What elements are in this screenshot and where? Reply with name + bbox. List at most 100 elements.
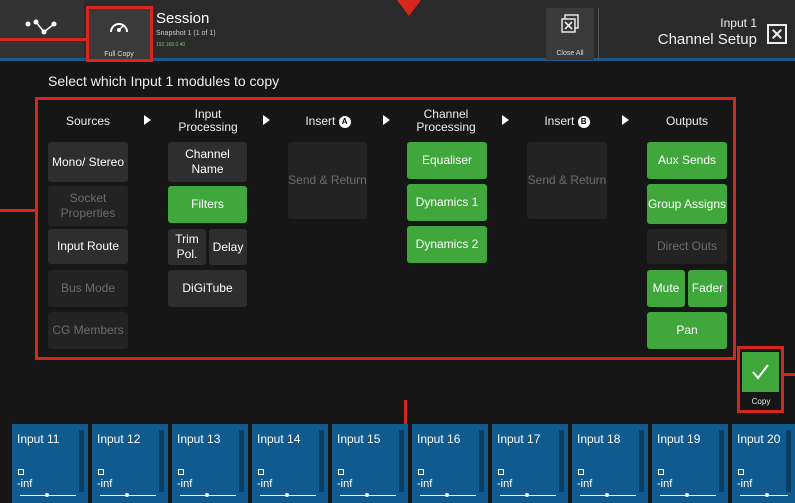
fader-knob[interactable]	[125, 493, 129, 497]
network-icon	[25, 19, 57, 35]
level-meter	[719, 430, 724, 492]
channel-name: Input 18	[577, 432, 621, 446]
close-all-label: Close All	[556, 50, 584, 57]
insert-a-label: Insert	[305, 114, 336, 128]
delay-button[interactable]: Delay	[209, 229, 247, 265]
bus-mode-button[interactable]: Bus Mode	[48, 270, 128, 307]
channel-strip[interactable]: Input 14 -inf	[252, 424, 328, 503]
copy-button[interactable]	[742, 352, 779, 392]
channel-level: -inf	[737, 478, 753, 490]
snapshot-label: Snapshot 1 (1 of 1)	[156, 30, 216, 37]
copy-label: Copy	[751, 397, 771, 406]
fader-button[interactable]: Fader	[688, 270, 727, 307]
channel-name: Input 12	[97, 432, 141, 446]
digitube-button[interactable]: DiGiTube	[168, 270, 247, 307]
input-icon	[98, 469, 104, 475]
arrow-right-icon	[622, 115, 629, 125]
mono-stereo-button[interactable]: Mono/ Stereo	[48, 142, 128, 182]
equaliser-button[interactable]: Equaliser	[407, 142, 487, 179]
arrow-right-icon	[383, 115, 390, 125]
channel-name: Input 19	[657, 432, 701, 446]
input-icon	[578, 469, 584, 475]
close-all-button[interactable]: Close All	[546, 8, 594, 60]
full-copy-button[interactable]: Full Copy	[88, 8, 150, 60]
channel-strip[interactable]: Input 13 -inf	[172, 424, 248, 503]
level-meter	[79, 430, 84, 492]
channel-name: Input 17	[497, 432, 541, 446]
channel-level: -inf	[97, 478, 113, 490]
channel-name: Input 15	[337, 432, 381, 446]
check-icon	[752, 364, 769, 380]
channel-level: -inf	[257, 478, 273, 490]
channel-strip[interactable]: Input 17 -inf	[492, 424, 568, 503]
channel-strip[interactable]: Input 18 -inf	[572, 424, 648, 503]
pointer-line	[0, 209, 36, 212]
channel-level: -inf	[657, 478, 673, 490]
input-icon	[18, 469, 24, 475]
input-icon	[258, 469, 264, 475]
fader-knob[interactable]	[365, 493, 369, 497]
group-assigns-button[interactable]: Group Assigns	[647, 184, 727, 224]
channel-level: -inf	[337, 478, 353, 490]
arrow-right-icon	[502, 115, 509, 125]
aux-sends-button[interactable]: Aux Sends	[647, 142, 727, 179]
mute-button[interactable]: Mute	[647, 270, 685, 307]
direct-outs-button[interactable]: Direct Outs	[647, 229, 727, 264]
level-meter	[399, 430, 404, 492]
input-icon	[498, 469, 504, 475]
channel-level: -inf	[177, 478, 193, 490]
arrow-right-icon	[144, 115, 151, 125]
pan-button[interactable]: Pan	[647, 312, 727, 349]
fader-knob[interactable]	[45, 493, 49, 497]
insert-b-label: Insert	[544, 114, 575, 128]
channel-strip[interactable]: Input 12 -inf	[92, 424, 168, 503]
level-meter	[239, 430, 244, 492]
level-meter	[479, 430, 484, 492]
highlight-modules	[35, 97, 736, 360]
divider	[598, 8, 599, 60]
col-insert-b: Insert B	[527, 115, 607, 128]
channel-name: Input 11	[17, 432, 60, 446]
fader-track	[740, 495, 788, 496]
copy-arc-icon	[110, 23, 128, 33]
ip-address: 192.168.0.40	[156, 42, 186, 48]
col-sources: Sources	[65, 114, 111, 128]
input-route-button[interactable]: Input Route	[48, 229, 128, 264]
pointer-line	[782, 373, 795, 376]
close-icon[interactable]	[767, 24, 787, 44]
pointer-arrow	[397, 0, 421, 16]
channel-strip[interactable]: Input 19 -inf	[652, 424, 728, 503]
channel-name: Input 16	[417, 432, 461, 446]
channel-name: Input 13	[177, 432, 221, 446]
channel-name-button[interactable]: Channel Name	[168, 142, 247, 182]
channel-strip[interactable]: Input 20 -inf	[732, 424, 795, 503]
col-channel-processing: Channel Processing	[416, 107, 476, 134]
level-meter	[786, 430, 791, 492]
channel-strip[interactable]: Input 16 -inf	[412, 424, 488, 503]
fader-knob[interactable]	[445, 493, 449, 497]
level-meter	[559, 430, 564, 492]
insert-b-send-return-button[interactable]: Send & Return	[527, 142, 607, 219]
fader-knob[interactable]	[685, 493, 689, 497]
dynamics2-button[interactable]: Dynamics 2	[407, 226, 487, 263]
channel-strip[interactable]: Input 15 -inf	[332, 424, 408, 503]
fader-knob[interactable]	[765, 493, 769, 497]
input-icon	[738, 469, 744, 475]
channel-strip[interactable]: Input 11 -inf	[12, 424, 88, 503]
fader-knob[interactable]	[285, 493, 289, 497]
menu-button[interactable]	[0, 0, 84, 58]
cg-members-button[interactable]: CG Members	[48, 312, 128, 349]
socket-properties-button[interactable]: Socket Properties	[48, 186, 128, 226]
fader-knob[interactable]	[205, 493, 209, 497]
fader-knob[interactable]	[605, 493, 609, 497]
filters-button[interactable]: Filters	[168, 186, 247, 223]
insert-a-send-return-button[interactable]: Send & Return	[288, 142, 367, 219]
trim-pol-button[interactable]: Trim Pol.	[168, 229, 206, 265]
insert-b-badge: B	[577, 115, 590, 128]
channel-level: -inf	[17, 478, 33, 490]
close-all-icon	[561, 14, 579, 33]
col-outputs: Outputs	[665, 114, 709, 128]
fader-knob[interactable]	[525, 493, 529, 497]
input-icon	[178, 469, 184, 475]
dynamics1-button[interactable]: Dynamics 1	[407, 184, 487, 221]
